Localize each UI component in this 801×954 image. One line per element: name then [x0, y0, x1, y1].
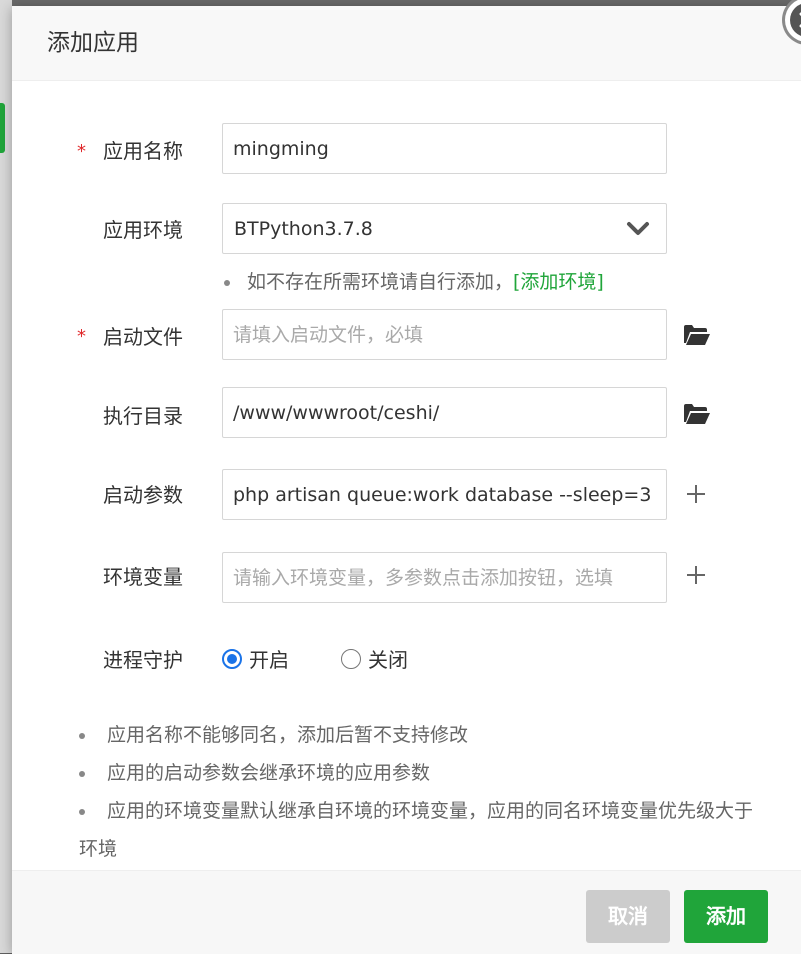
background-green-tab — [0, 103, 5, 153]
dialog-footer: 取消 添加 — [12, 870, 801, 954]
env-vars-field[interactable] — [222, 552, 667, 603]
note-bullet — [79, 809, 85, 815]
env-vars-input[interactable] — [223, 553, 666, 602]
app-env-select[interactable]: BTPython3.7.8 — [222, 203, 667, 254]
env-tip: 如不存在所需环境请自行添加，[添加环境] — [222, 268, 604, 296]
folder-open-icon[interactable] — [683, 403, 711, 425]
radio-checked-icon — [222, 649, 242, 669]
daemon-on-radio[interactable]: 开启 — [222, 646, 302, 674]
dialog-title: 添加应用 — [47, 30, 139, 56]
list-item: 应用的环境变量默认继承自环境的环境变量，应用的同名环境变量优先级大于环境 — [79, 792, 769, 868]
start-args-label: 启动参数 — [103, 483, 183, 507]
plus-icon[interactable] — [685, 483, 707, 505]
start-file-label: 启动文件 — [103, 325, 183, 349]
env-vars-label: 环境变量 — [103, 565, 183, 589]
note-bullet — [79, 771, 85, 777]
add-env-link[interactable]: [添加环境] — [513, 271, 604, 293]
folder-open-icon[interactable] — [683, 324, 711, 346]
add-button[interactable]: 添加 — [684, 890, 768, 943]
notes-list: 应用名称不能够同名，添加后暂不支持修改 应用的启动参数会继承环境的应用参数 应用… — [79, 716, 769, 868]
tip-bullet — [224, 279, 230, 286]
cancel-button[interactable]: 取消 — [586, 890, 670, 943]
app-name-input[interactable] — [223, 124, 666, 173]
env-tip-text: 如不存在所需环境请自行添加， — [247, 271, 514, 293]
exec-dir-input[interactable] — [223, 388, 666, 437]
app-env-value: BTPython3.7.8 — [234, 218, 373, 240]
note-bullet — [79, 733, 85, 739]
required-marker: * — [77, 326, 86, 347]
daemon-on-label: 开启 — [249, 648, 289, 672]
daemon-off-radio[interactable]: 关闭 — [341, 646, 421, 674]
app-env-label: 应用环境 — [103, 218, 183, 242]
note-text: 应用的启动参数会继承环境的应用参数 — [107, 762, 431, 784]
required-marker: * — [77, 141, 86, 162]
app-name-label: 应用名称 — [103, 139, 183, 163]
add-app-dialog: 添加应用 * 应用名称 应用环境 BTPython3.7.8 如不存在所需环境请… — [12, 0, 801, 954]
start-args-input[interactable] — [223, 470, 666, 519]
start-args-field[interactable] — [222, 469, 667, 520]
close-icon — [790, 3, 801, 37]
list-item: 应用名称不能够同名，添加后暂不支持修改 — [79, 716, 769, 754]
note-text: 应用的环境变量默认继承自环境的环境变量，应用的同名环境变量优先级大于环境 — [79, 800, 754, 860]
dialog-header: 添加应用 — [12, 6, 801, 81]
daemon-label: 进程守护 — [103, 648, 183, 672]
daemon-off-label: 关闭 — [368, 648, 408, 672]
exec-dir-field[interactable] — [222, 387, 667, 438]
list-item: 应用的启动参数会继承环境的应用参数 — [79, 754, 769, 792]
start-file-input[interactable] — [223, 310, 666, 359]
note-text: 应用名称不能够同名，添加后暂不支持修改 — [107, 724, 469, 746]
start-file-field[interactable] — [222, 309, 667, 360]
app-name-field[interactable] — [222, 123, 667, 174]
radio-unchecked-icon — [341, 649, 361, 669]
plus-icon[interactable] — [685, 564, 707, 586]
exec-dir-label: 执行目录 — [103, 404, 183, 428]
chevron-down-icon — [627, 222, 649, 235]
